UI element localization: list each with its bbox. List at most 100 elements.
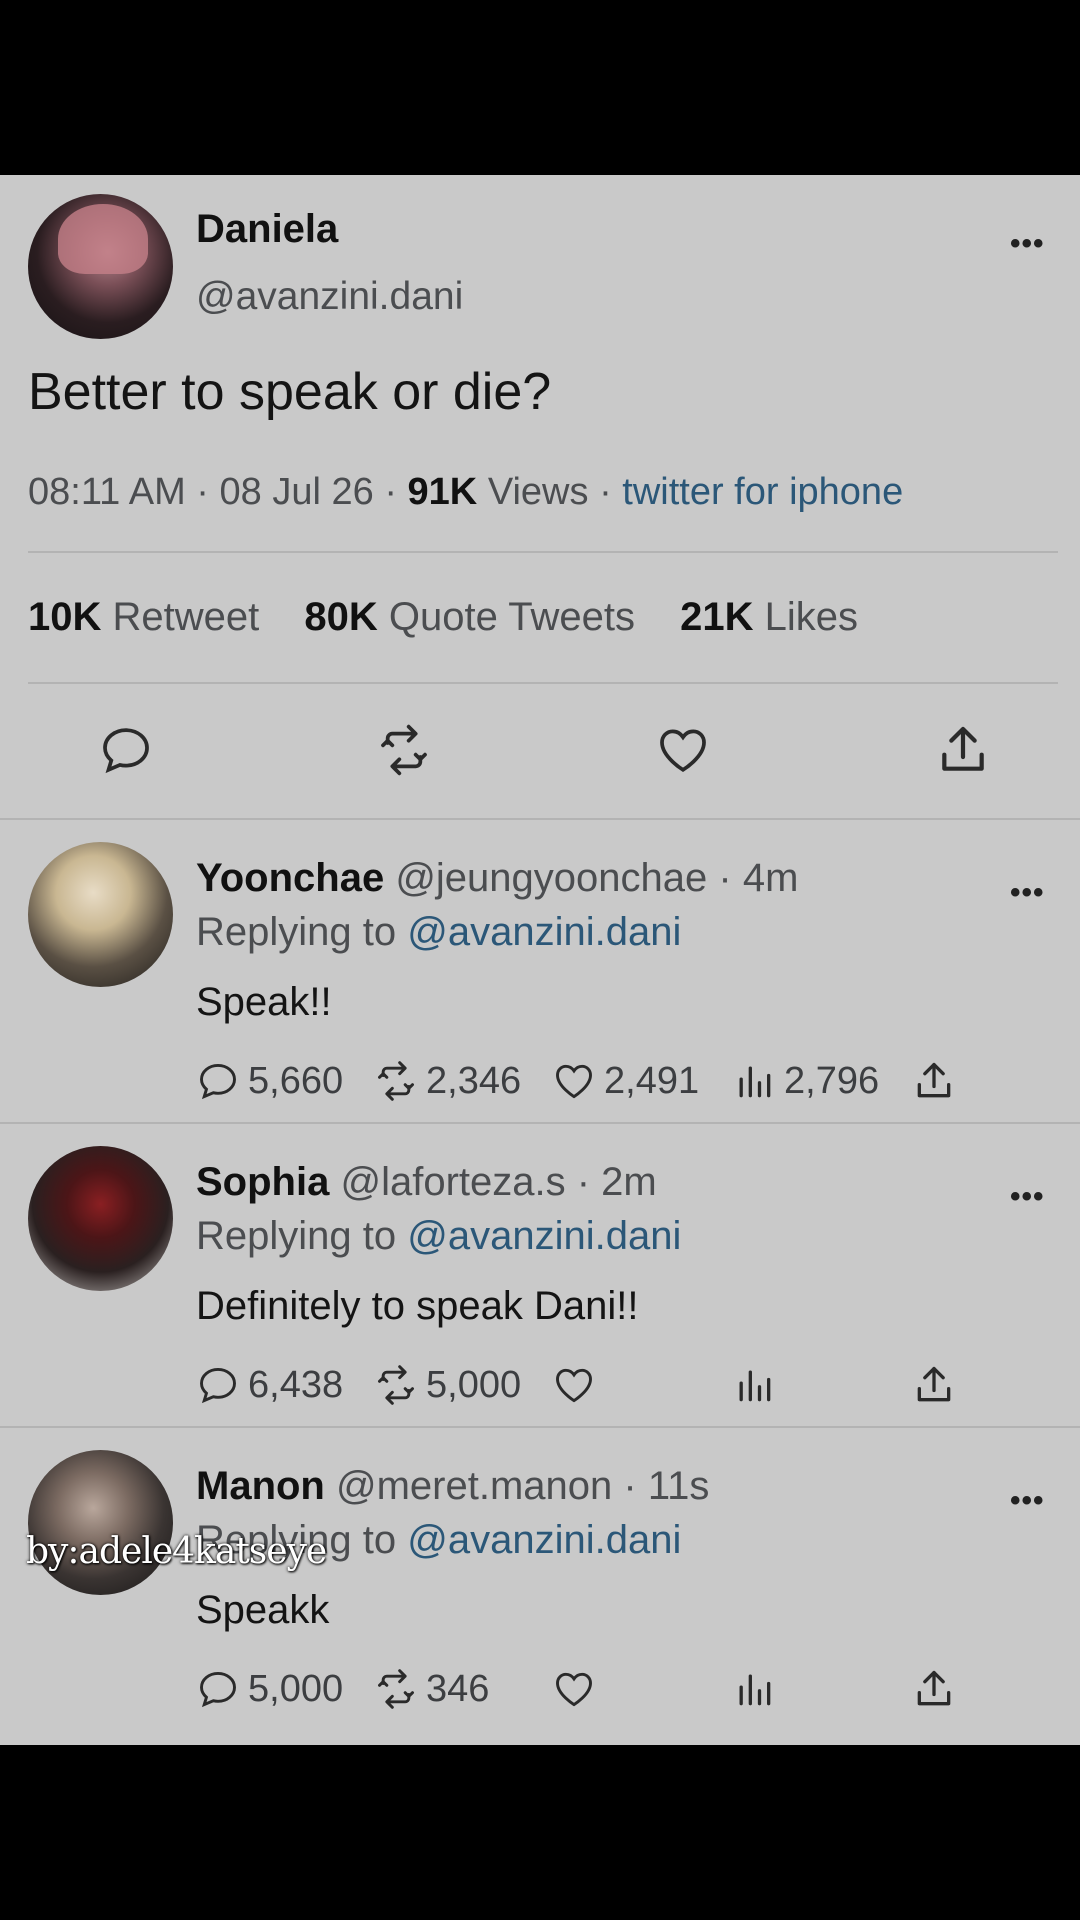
author-handle[interactable]: @avanzini.dani	[196, 275, 463, 319]
reply-header: Manon @meret.manon · 11s	[196, 1464, 709, 1509]
source-link[interactable]: twitter for iphone	[622, 471, 903, 513]
retweet-count: 346	[426, 1667, 490, 1710]
list-item[interactable]: Yoonchae @jeungyoonchae · 4m ••• Replyin…	[0, 820, 1080, 1122]
list-item[interactable]: Sophia @laforteza.s · 2m ••• Replying to…	[0, 1124, 1080, 1426]
replying-to: Replying to @avanzini.dani	[196, 1214, 681, 1259]
list-item[interactable]: Manon @meret.manon · 11s ••• Replying to…	[0, 1428, 1080, 1730]
separator: ·	[196, 471, 209, 513]
retweet-count: 10K	[28, 595, 102, 639]
avatar[interactable]	[28, 194, 173, 339]
retweet-button[interactable]: 2,346	[374, 1056, 521, 1106]
likes-label: Likes	[764, 595, 859, 639]
replying-to-link[interactable]: @avanzini.dani	[407, 1518, 681, 1562]
tweet-date: 08 Jul 26	[219, 471, 374, 513]
quote-count: 80K	[304, 595, 378, 639]
watermark: by:adele4katseye	[26, 1531, 327, 1572]
views-count: 2,796	[784, 1059, 880, 1102]
author-name[interactable]: Daniela	[196, 207, 338, 252]
author-handle[interactable]: @jeungyoonchae	[395, 856, 707, 900]
more-icon[interactable]: •••	[1010, 1180, 1045, 1214]
reply-age: · 11s	[623, 1464, 710, 1508]
views-icon	[739, 1066, 771, 1098]
share-icon	[917, 1062, 951, 1098]
share-button[interactable]	[912, 1056, 964, 1106]
quote-label: Quote Tweets	[388, 595, 635, 639]
views-icon	[739, 1370, 771, 1402]
reply-icon	[200, 1063, 236, 1100]
share-button[interactable]	[912, 1360, 964, 1410]
reply-count: 5,660	[248, 1059, 344, 1102]
author-handle[interactable]: @meret.manon	[336, 1464, 612, 1508]
retweet-button[interactable]: 5,000	[374, 1360, 521, 1410]
views-count: 91K	[407, 471, 478, 513]
reply-header: Yoonchae @jeungyoonchae · 4m	[196, 856, 798, 901]
likes-stat[interactable]: 21K Likes	[680, 595, 858, 639]
tweet-text: Better to speak or die?	[28, 363, 552, 421]
more-icon[interactable]: •••	[1010, 1484, 1045, 1518]
reply-text: Speakk	[196, 1588, 330, 1632]
separator: ·	[599, 471, 612, 513]
replying-to-link[interactable]: @avanzini.dani	[407, 910, 681, 954]
divider	[28, 551, 1058, 553]
reply-count: 5,000	[248, 1667, 344, 1710]
divider	[28, 682, 1058, 684]
reply-button[interactable]: 5,000	[196, 1664, 343, 1714]
like-icon	[556, 1064, 592, 1099]
more-icon[interactable]: •••	[1010, 227, 1045, 261]
author-name[interactable]: Sophia	[196, 1160, 329, 1204]
author-name[interactable]: Yoonchae	[196, 856, 384, 900]
share-icon	[917, 1366, 951, 1402]
like-icon	[556, 1672, 592, 1707]
views-button[interactable]: 2,796	[732, 1056, 879, 1106]
views-label: Views	[487, 471, 589, 513]
views-button[interactable]	[732, 1360, 784, 1410]
share-button[interactable]	[912, 1664, 964, 1714]
retweet-count: 5,000	[426, 1363, 522, 1406]
avatar[interactable]	[28, 1450, 173, 1595]
tweet-panel: Daniela @avanzini.dani ••• Better to spe…	[0, 175, 1080, 1745]
reply-icon[interactable]	[98, 722, 154, 778]
share-icon[interactable]	[935, 722, 991, 778]
reply-age: · 4m	[718, 856, 799, 900]
retweet-label: Retweet	[112, 595, 260, 639]
like-count: 2,491	[604, 1059, 700, 1102]
tweet-stats: 10K Retweet 80K Quote Tweets 21K Likes	[28, 595, 858, 640]
views-icon	[739, 1674, 771, 1706]
like-icon	[556, 1368, 592, 1403]
likes-count: 21K	[680, 595, 754, 639]
reply-actions: 5,660 2,346 2,491 2,796	[196, 1056, 996, 1106]
share-icon	[917, 1670, 951, 1706]
tweet-time: 08:11 AM	[28, 471, 186, 513]
retweet-icon[interactable]	[376, 722, 432, 778]
author-handle[interactable]: @laforteza.s	[340, 1160, 565, 1204]
like-button[interactable]	[552, 1664, 604, 1714]
replying-to-link[interactable]: @avanzini.dani	[407, 1214, 681, 1258]
tweet-meta: 08:11 AM · 08 Jul 26 · 91K Views · twitt…	[28, 471, 903, 514]
retweet-button[interactable]: 346	[374, 1664, 489, 1714]
replying-label: Replying to	[196, 1214, 397, 1258]
replying-label: Replying to	[196, 910, 397, 954]
retweet-stat[interactable]: 10K Retweet	[28, 595, 259, 639]
reply-header: Sophia @laforteza.s · 2m	[196, 1160, 657, 1205]
reply-actions: 6,438 5,000	[196, 1360, 996, 1410]
author-name[interactable]: Manon	[196, 1464, 325, 1508]
like-button[interactable]	[552, 1360, 604, 1410]
like-button[interactable]: 2,491	[552, 1056, 699, 1106]
retweet-icon	[378, 1365, 414, 1405]
reply-button[interactable]: 5,660	[196, 1056, 343, 1106]
reply-text: Speak!!	[196, 980, 332, 1024]
more-icon[interactable]: •••	[1010, 876, 1045, 910]
quote-stat[interactable]: 80K Quote Tweets	[304, 595, 635, 639]
replying-to: Replying to @avanzini.dani	[196, 910, 681, 955]
reply-text: Definitely to speak Dani!!	[196, 1284, 639, 1328]
retweet-icon	[378, 1061, 414, 1101]
avatar[interactable]	[28, 1146, 173, 1291]
views-button[interactable]	[732, 1664, 784, 1714]
avatar[interactable]	[28, 842, 173, 987]
reply-count: 6,438	[248, 1363, 344, 1406]
separator: ·	[384, 471, 397, 513]
reply-button[interactable]: 6,438	[196, 1360, 343, 1410]
reply-icon	[200, 1671, 236, 1708]
reply-actions: 5,000 346	[196, 1664, 996, 1714]
like-icon[interactable]	[655, 722, 711, 778]
